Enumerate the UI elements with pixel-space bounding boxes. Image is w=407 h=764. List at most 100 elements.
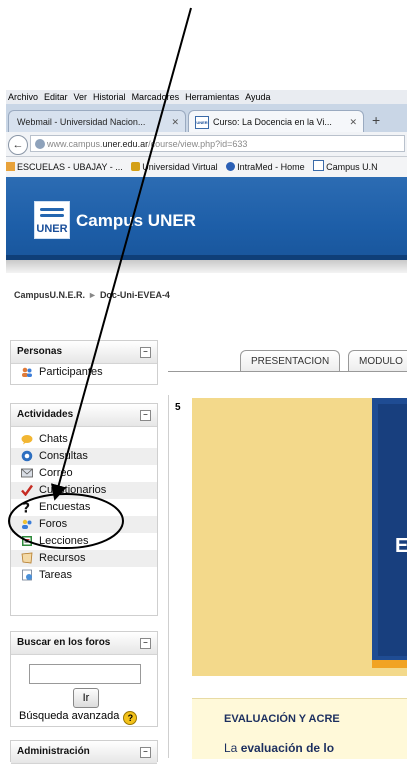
topic-number: 5 [175,402,181,413]
sidebar-item-label: Consultas [39,450,88,462]
forum-people-icon [22,519,32,529]
lesson-icon [22,536,32,546]
sidebar-item-label: Recursos [39,552,86,564]
uner-favicon-icon: UNER [195,116,209,129]
bookmark-label: ESCUELAS - UBAJAY - ... [17,162,123,172]
browser-tab-webmail[interactable]: Webmail - Universidad Nacion... ✕ [8,110,186,132]
site-header: UNER Campus UNER [6,177,407,260]
evaluation-text: La evaluación de lo [224,741,334,755]
breadcrumb: CampusU.N.E.R. ► Doc-Uni-EVEA-4 [14,290,170,300]
bookmark-universidad-virtual[interactable]: Universidad Virtual [131,157,218,177]
sidebar-item-participantes[interactable]: Participantes [11,364,157,381]
tabs-underline [168,371,407,372]
bookmark-escuelas[interactable]: ESCUELAS - UBAJAY - ... [6,157,123,177]
block-title-text: Actividades [17,409,74,420]
breadcrumb-separator: ► [88,290,97,300]
evaluation-text-prefix: La [224,741,238,755]
question-mark-icon: ? [23,502,31,514]
browser-menubar: Archivo Editar Ver Historial Marcadores … [6,90,407,104]
sidebar-item-label: Participantes [39,366,103,378]
sidebar-item-tareas[interactable]: Tareas [11,567,157,584]
sidebar-item-lecciones[interactable]: Lecciones [11,533,157,550]
block-title-text: Personas [17,346,63,357]
block-title: Personas – [11,341,157,364]
resource-icon [21,552,33,564]
bookmark-label: Universidad Virtual [142,162,218,172]
evaluation-text-bold: evaluación de lo [240,741,335,755]
menu-archivo[interactable]: Archivo [8,90,38,104]
banner-accent [372,660,407,668]
sidebar-item-cuestionarios[interactable]: Cuestionarios [11,482,157,499]
collapse-icon[interactable]: – [140,638,151,649]
advanced-search-link[interactable]: Búsqueda avanzada? [19,710,138,725]
url-path: /course/view.php?id=633 [148,139,248,149]
administracion-block: Administración – [10,740,158,764]
sidebar-item-correo[interactable]: Correo [11,465,157,482]
url-input[interactable]: www.campus.uner.edu.ar/course/view.php?i… [30,135,405,152]
collapse-icon[interactable]: – [140,347,151,358]
url-domain: uner.edu.ar [102,139,149,149]
block-title-text: Administración [17,746,90,757]
url-prefix: www.campus. [47,139,103,149]
bookmark-label: IntraMed - Home [237,162,305,172]
bookmark-campus[interactable]: Campus U.N [313,157,378,177]
envelope-icon [21,468,33,478]
sidebar-item-encuestas[interactable]: ? Encuestas [11,499,157,516]
sidebar-item-label: Foros [39,518,68,530]
header-divider [6,260,407,273]
sidebar-item-label: Encuestas [39,501,91,513]
bookmark-label: Campus U.N [326,162,378,172]
banner-image-inner [378,404,407,656]
sidebar-item-foros[interactable]: Foros [11,516,157,533]
sidebar-item-consultas[interactable]: Consultas [11,448,157,465]
logo-text: UNER [36,223,68,235]
uner-icon [313,160,325,171]
people-icon [22,367,32,377]
menu-ver[interactable]: Ver [74,90,88,104]
browser-tab-label: Webmail - Universidad Nacion... [17,117,146,127]
checkmark-icon [21,484,33,496]
menu-editar[interactable]: Editar [44,90,68,104]
close-tab-icon[interactable]: ✕ [171,111,179,132]
browser-navbar: ← www.campus.uner.edu.ar/course/view.php… [6,132,407,157]
collapse-icon[interactable]: – [140,410,151,421]
tab-modulo[interactable]: MODULO [348,350,407,372]
block-title-text: Buscar en los foros [17,637,111,648]
menu-ayuda[interactable]: Ayuda [245,90,270,104]
bookmark-intramed[interactable]: IntraMed - Home [226,157,305,177]
help-icon[interactable]: ? [123,711,138,725]
trophy-icon [131,162,141,171]
browser-tab-label: Curso: La Docencia en la Vi... [213,117,332,127]
menu-marcadores[interactable]: Marcadores [132,90,180,104]
breadcrumb-root[interactable]: CampusU.N.E.R. [14,290,85,300]
svg-text:?: ? [23,502,31,514]
sidebar-item-recursos[interactable]: Recursos [11,550,157,567]
breadcrumb-current[interactable]: Doc-Uni-EVEA-4 [100,290,170,300]
globe-icon [35,139,45,149]
personas-block: Personas – Participantes [10,340,158,385]
evaluation-title: EVALUACIÓN Y ACRE [224,713,340,725]
block-title: Buscar en los foros – [11,632,157,655]
menu-historial[interactable]: Historial [93,90,126,104]
search-go-button[interactable]: Ir [73,688,99,708]
sidebar-item-label: Tareas [39,569,73,581]
forum-search-input[interactable] [29,664,141,684]
uner-logo[interactable]: UNER [34,201,70,239]
assignment-icon [22,569,32,581]
menu-herramientas[interactable]: Herramientas [185,90,239,104]
bookmark-icon [6,162,15,171]
close-tab-icon[interactable]: ✕ [349,111,357,132]
sidebar-item-label: Cuestionarios [39,484,107,496]
new-tab-button[interactable]: + [372,112,380,128]
sidebar-item-label: Correo [39,467,73,479]
browser-tabstrip: Webmail - Universidad Nacion... ✕ UNER C… [6,104,407,132]
poll-icon [21,450,33,462]
actividades-block: Actividades – Chats Consultas Correo Cues… [10,403,158,616]
collapse-icon[interactable]: – [140,747,151,758]
tab-presentacion[interactable]: PRESENTACION [240,350,341,372]
chat-bubble-icon [21,435,33,445]
sidebar-item-chats[interactable]: Chats [11,431,157,448]
browser-tab-curso[interactable]: UNER Curso: La Docencia en la Vi... ✕ [188,110,364,132]
site-title: Campus UNER [76,211,196,230]
back-arrow-icon[interactable]: ← [8,135,28,155]
